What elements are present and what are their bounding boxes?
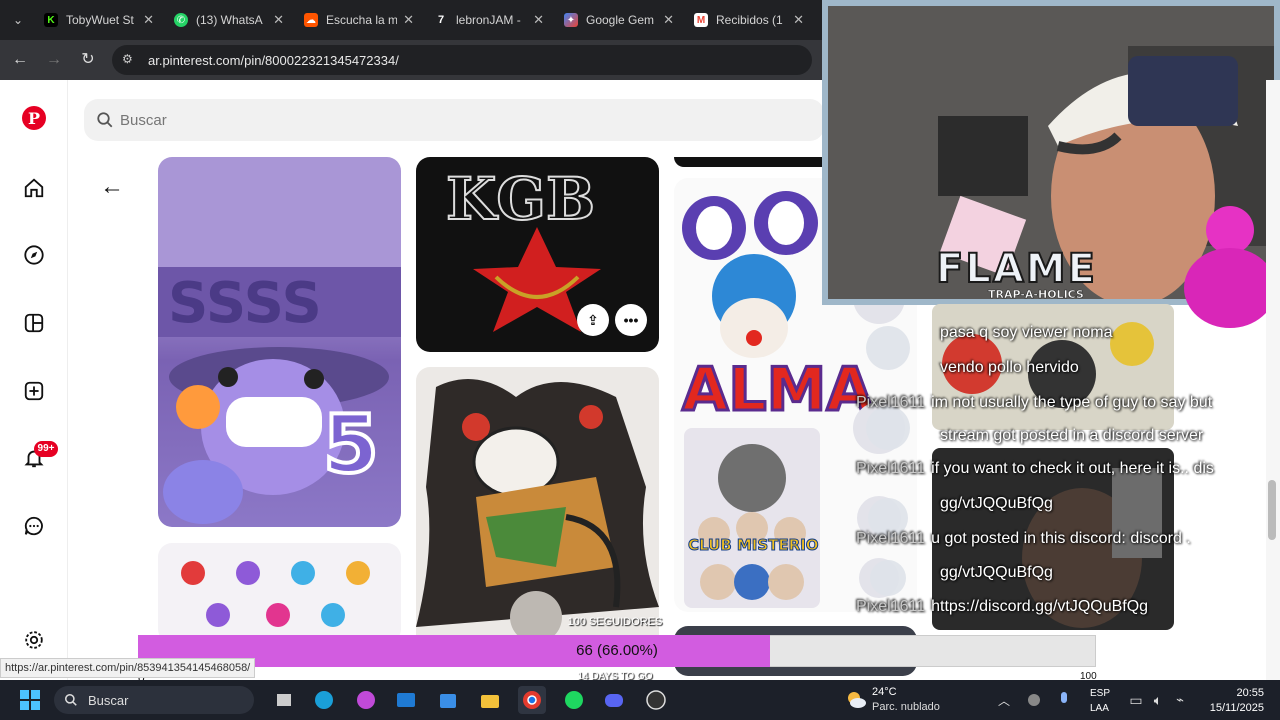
search-icon [64,693,78,712]
gmail-logo-icon: M [694,13,708,27]
follower-goal-label: 66 (66.00%) [576,642,658,659]
taskbar-search-input[interactable]: Buscar [54,686,254,714]
search-icon [96,111,114,134]
windows-start-icon[interactable] [16,686,44,714]
soundcloud-logo-icon: ☁ [304,13,318,27]
chat-message: Pixel1611 if you want to check it out, he… [856,460,1214,477]
obs-icon[interactable] [642,686,670,714]
chat-message: Pixel1611 im not usually the type of guy … [856,394,1213,411]
weather-temperature: 24°C [872,686,897,698]
site-settings-icon[interactable]: ⚙ [122,52,138,68]
follower-goal-title: 100 SEGUIDORES [567,616,663,628]
close-tab-icon[interactable]: ✕ [403,12,414,28]
file-explorer-icon[interactable] [476,686,504,714]
tray-chevron-up-icon[interactable]: ︿ [990,686,1018,714]
gemini-logo-icon: ✦ [564,13,578,27]
alma-text: ALMA [682,355,873,425]
kick-logo-icon: K [44,13,58,27]
close-tab-icon[interactable]: ✕ [793,12,804,28]
more-options-icon[interactable]: ••• [615,304,647,336]
pin-image[interactable] [416,367,659,657]
pinterest-logo-icon[interactable]: P [22,106,46,130]
browser-tab[interactable]: ✦ Google Gem ✕ [556,6,682,34]
close-tab-icon[interactable]: ✕ [663,12,674,28]
create-plus-icon[interactable] [20,377,48,405]
chrome-icon[interactable] [518,686,546,714]
link-status-url: https://ar.pinterest.com/pin/85394135414… [0,658,256,678]
discord-icon[interactable] [600,686,628,714]
chat-message: gg/vtJQQuBfQg [940,564,1053,581]
page-scrollbar[interactable] [1266,80,1280,680]
pin-image[interactable]: SSSS 5 [158,157,401,527]
spotify-icon[interactable] [560,686,588,714]
whatsapp-logo-icon: ✆ [174,13,188,27]
back-arrow-icon[interactable]: ← [98,174,126,202]
clock-time[interactable]: 20:55 [1206,687,1264,699]
browser-tab[interactable]: ☁ Escucha la m ✕ [296,6,422,34]
address-bar[interactable]: ar.pinterest.com/pin/800022321345472334/ [112,45,812,75]
clock-date[interactable]: 15/11/2025 [1200,702,1264,714]
search-input[interactable]: Buscar [84,99,824,141]
chat-message: stream got posted in a discord server [940,427,1204,444]
url-text: ar.pinterest.com/pin/800022321345472334/ [148,52,399,68]
svg-text:5: 5 [323,398,379,491]
kgb-text: KGB [446,165,595,233]
edge-browser-icon[interactable] [310,686,338,714]
flame-banner: FLAME TRAP-A-HOLICS [928,244,1178,304]
settings-gear-icon[interactable] [20,626,48,654]
messages-chat-icon[interactable] [20,512,48,540]
club-misterio-text: CLUB MISTERIO [688,536,819,554]
close-tab-icon[interactable]: ✕ [533,12,544,28]
browser-tab[interactable]: 7 lebronJAM - ✕ [426,6,552,34]
explore-compass-icon[interactable] [20,241,48,269]
tray-app-icon[interactable] [1020,686,1048,714]
chat-message: vendo pollo hervido [940,359,1079,376]
close-tab-icon[interactable]: ✕ [143,12,154,28]
browser-tab[interactable]: ✆ (13) WhatsA ✕ [166,6,292,34]
outlook-icon[interactable] [392,686,420,714]
banner-subtitle: TRAP-A-HOLICS [988,288,1084,301]
banner-title: FLAME [936,246,1097,292]
browser-tab[interactable]: K TobyWuet St ✕ [36,6,162,34]
forward-arrow-icon[interactable]: → [42,48,66,72]
chat-message: gg/vtJQQuBfQg [940,495,1053,512]
reload-icon[interactable]: ↻ [76,48,100,72]
back-arrow-icon[interactable]: ← [8,48,32,72]
scrollbar-thumb[interactable] [1268,480,1276,540]
pink-buddha-sticker [1180,200,1280,330]
svg-text:SSSS: SSSS [168,271,322,336]
browser-tab[interactable]: M Recibidos (1 ✕ [686,6,812,34]
close-tab-icon[interactable]: ✕ [273,12,284,28]
boards-icon[interactable] [20,309,48,337]
pin-image[interactable] [158,543,401,643]
seventv-logo-icon: 7 [434,13,448,27]
chat-message: Pixel1611 u got posted in this discord: d… [856,530,1191,547]
microphone-icon[interactable] [1050,686,1078,714]
chat-message: pasa q soy viewer noma [940,324,1113,341]
search-placeholder: Buscar [120,111,167,129]
weather-icon[interactable] [842,686,870,714]
copilot-icon[interactable] [352,686,380,714]
tab-search-chevron-icon[interactable]: ⌄ [8,10,28,30]
home-icon[interactable] [20,174,48,202]
task-view-icon[interactable] [270,686,298,714]
stream-chat: pasa q soy viewer noma vendo pollo hervi… [850,318,1250,618]
store-icon[interactable] [434,686,462,714]
notifications-badge: 99+ [34,441,58,457]
weather-description: Parc. nublado [872,701,940,713]
input-language[interactable]: ESP [1090,688,1110,699]
keyboard-layout[interactable]: LAA [1090,703,1109,714]
chat-message: Pixel1611 https://discord.gg/vtJQQuBfQg [856,598,1149,615]
share-icon[interactable]: ⇪ [577,304,609,336]
network-icon[interactable]: ⌁ [1166,686,1194,714]
